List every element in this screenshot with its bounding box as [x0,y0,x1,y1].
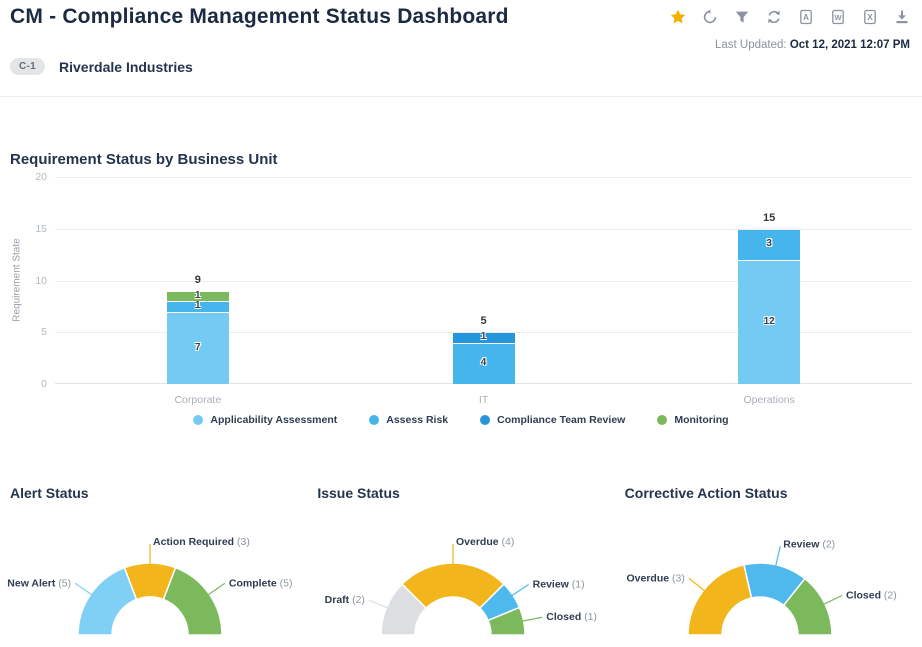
favorite-star-icon[interactable] [670,9,686,25]
last-updated-value: Oct 12, 2021 12:07 PM [790,39,910,51]
slice-label: Overdue (4) [456,536,514,548]
slice-label: Action Required (3) [153,536,250,548]
x-category-label: Corporate [138,394,258,406]
corrective-action-status-donut: Overdue (3) Review (2) Closed (2) [615,478,922,647]
slice-leader-line [824,596,842,605]
x-category-label: IT [424,394,544,406]
legend-label: Monitoring [674,414,728,426]
bar-segment-assess-risk[interactable]: 4 [453,344,515,384]
bar-segment-applicability-assessment[interactable]: 7 [167,313,229,384]
issue-status-donut: Draft (2) Overdue (4) Review (1) Closed (1) [307,478,614,647]
y-tick-label: 0 [17,378,47,390]
bar-segment-value: 1 [453,331,515,342]
slice-label: Closed (2) [846,589,897,601]
legend-dot-icon [193,415,203,425]
bar-segment-value: 1 [167,290,229,301]
donut-slice-overdue[interactable] [688,565,752,635]
page-title: CM - Compliance Management Status Dashbo… [10,5,509,29]
bar-total-label: 5 [454,315,514,327]
y-tick-label: 20 [17,171,47,183]
slice-leader-line [75,583,91,594]
bar-segment-assess-risk[interactable]: 1 [167,302,229,311]
issue-status-panel: Issue Status Draft (2)Overdue (4)Review … [307,478,614,647]
last-updated: Last Updated: Oct 12, 2021 12:07 PM [715,39,910,51]
bar-segment-monitoring[interactable]: 1 [167,292,229,301]
slice-leader-line [523,617,543,621]
download-icon[interactable] [894,9,910,25]
slice-label: Closed (1) [547,611,598,623]
svg-text:W: W [834,13,842,22]
legend-item-monitoring[interactable]: Monitoring [657,414,728,426]
y-tick-label: 10 [17,275,47,287]
legend-dot-icon [480,415,490,425]
slice-leader-line [689,578,705,590]
slice-label: Draft (2) [325,594,365,606]
bar-segment-compliance-team-review[interactable]: 1 [453,333,515,342]
legend-label: Assess Risk [386,414,448,426]
export-excel-icon[interactable]: X [862,9,878,25]
bar-chart-title: Requirement Status by Business Unit [10,151,278,168]
bar-total-label: 9 [168,274,228,286]
legend-item-compliance-team-review[interactable]: Compliance Team Review [480,414,625,426]
legend-dot-icon [369,415,379,425]
bar-segment-applicability-assessment[interactable]: 12 [738,261,800,384]
y-tick-label: 15 [17,223,47,235]
last-updated-label: Last Updated: [715,39,787,51]
legend-item-applicability-assessment[interactable]: Applicability Assessment [193,414,337,426]
bar-chart-legend: Applicability Assessment Assess Risk Compl… [0,414,922,426]
legend-label: Applicability Assessment [210,414,337,426]
export-pdf-icon[interactable]: A [798,9,814,25]
bar-segment-value: 7 [167,342,229,353]
legend-dot-icon [657,415,667,425]
slice-leader-line [512,584,529,595]
slice-leader-line [775,546,779,565]
legend-item-assess-risk[interactable]: Assess Risk [369,414,448,426]
bar-segment-assess-risk[interactable]: 3 [738,230,800,260]
bar-segment-value: 3 [738,238,800,249]
export-word-icon[interactable]: W [830,9,846,25]
bar-segment-value: 4 [453,357,515,368]
slice-label: New Alert (5) [7,577,71,589]
svg-text:X: X [867,13,873,22]
filter-icon[interactable] [734,9,750,25]
bar-chart-plot: 051015207119Corporate415IT12315Operation… [55,177,912,384]
slice-label: Review (1) [533,578,585,590]
alert-status-panel: Alert Status New Alert (5)Action Require… [0,478,307,647]
record-row: C-1 Riverdale Industries [10,58,193,75]
bar-segment-value: 12 [738,316,800,327]
slice-leader-line [208,583,224,594]
x-category-label: Operations [709,394,829,406]
svg-text:A: A [803,13,809,22]
donut-slice-complete[interactable] [163,568,222,635]
slice-label: Complete (5) [229,577,293,589]
legend-label: Compliance Team Review [497,414,625,426]
dashboard-page: CM - Compliance Management Status Dashbo… [0,0,922,647]
slice-label: Review (2) [783,538,835,550]
history-icon[interactable] [702,9,718,25]
toolbar: A W X [670,9,910,25]
refresh-icon[interactable] [766,9,782,25]
slice-leader-line [369,600,387,608]
gridline [55,177,912,178]
y-tick-label: 5 [17,326,47,338]
alert-status-donut: New Alert (5) Action Required (3) Complete… [0,478,307,647]
record-badge[interactable]: C-1 [10,58,45,75]
bar-segment-value: 1 [167,300,229,311]
header-divider [0,96,922,97]
corrective-action-status-panel: Corrective Action Status Overdue (3)Revi… [615,478,922,647]
company-name: Riverdale Industries [59,59,193,75]
donut-row: Alert Status New Alert (5)Action Require… [0,478,922,647]
slice-label: Overdue (3) [626,572,684,584]
bar-total-label: 15 [739,212,799,224]
